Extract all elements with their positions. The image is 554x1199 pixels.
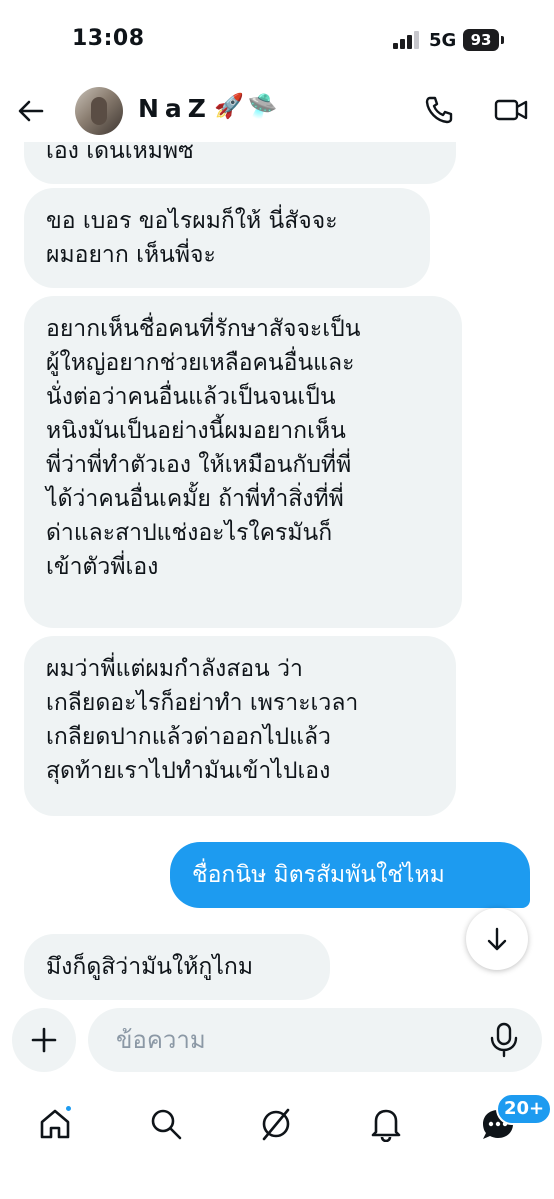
nav-grok[interactable] [254,1102,298,1146]
message-input[interactable] [88,1008,542,1072]
chat-header: NaZ 🚀 🛸 [0,80,554,142]
message-bubble-incoming[interactable]: อยากเห็นชื่อคนที่รักษาสัจจะเป็น ผู้ใหญ่อ… [24,296,462,628]
bell-icon [371,1109,401,1142]
message-bubble-outgoing[interactable]: ชื่อกนิษ มิตรสัมพันใช่ไหม [170,842,530,908]
phone-icon[interactable] [423,94,455,126]
messages-badge: 20+ [496,1093,553,1125]
rocket-emoji: 🚀 [214,92,244,120]
add-button[interactable] [12,1008,76,1072]
video-camera-icon[interactable] [493,94,529,126]
ufo-emoji: 🛸 [247,92,278,120]
microphone-icon[interactable] [488,1022,520,1058]
message-bubble-incoming[interactable]: ผมว่าพี่แต่ผมกำลังสอน ว่า เกลียดอะไรก็อย… [24,636,456,816]
status-time: 13:08 [72,26,145,51]
message-text: อยากเห็นชื่อคนที่รักษาสัจจะเป็น ผู้ใหญ่อ… [46,316,361,580]
plus-icon [31,1027,57,1053]
arrow-down-icon [487,927,507,951]
arrow-left-icon[interactable] [14,94,48,128]
nav-notifications[interactable] [364,1102,408,1146]
message-list[interactable]: เอง เดนเหมพซ ขอ เบอร ขอไรผมก็ให้ นี่สัจจ… [0,0,554,1000]
avatar[interactable] [75,87,123,135]
nav-home[interactable] [33,1102,77,1146]
nav-search[interactable] [144,1102,188,1146]
bottom-nav [0,1082,554,1199]
message-text: ชื่อกนิษ มิตรสัมพันใช่ไหม [192,862,445,888]
status-bar: 13:08 5G 93 [0,0,554,80]
message-text: ขอ เบอร ขอไรผมก็ให้ นี่สัจจะ ผมอยาก เห็น… [46,208,338,268]
message-text: มึงก็ดูสิว่ามันให้กูไกม [46,954,253,980]
message-text: ผมว่าพี่แต่ผมกำลังสอน ว่า เกลียดอะไรก็อย… [46,656,359,784]
composer [0,1000,554,1080]
home-notification-dot [64,1104,73,1113]
contact-name[interactable]: NaZ [138,94,212,123]
search-icon [151,1109,182,1140]
scroll-down-button[interactable] [466,908,528,970]
grok-icon [262,1108,290,1141]
name-emoji: 🚀 🛸 [214,92,278,120]
network-type: 5G [429,30,457,51]
signal-icon [393,31,419,49]
message-bubble-incoming[interactable]: ขอ เบอร ขอไรผมก็ให้ นี่สัจจะ ผมอยาก เห็น… [24,188,430,288]
message-bubble-incoming[interactable]: มึงก็ดูสิว่ามันให้กูไกม [24,934,330,1000]
battery-indicator: 93 [463,29,504,51]
